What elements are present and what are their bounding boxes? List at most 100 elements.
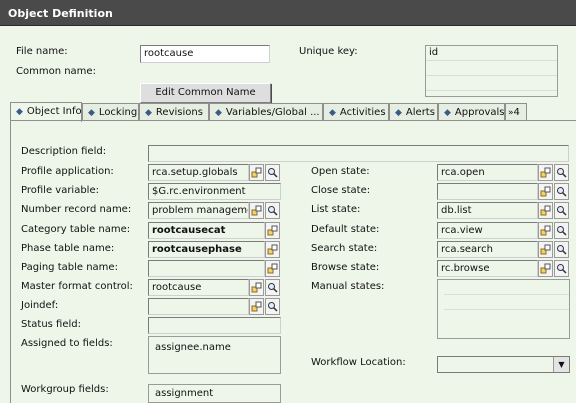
default-state-label: Default state: <box>311 224 380 235</box>
profile-variable-label: Profile variable: <box>21 185 99 196</box>
unique-key-label: Unique key: <box>299 46 358 57</box>
default-state-input[interactable]: rca.view <box>437 222 538 239</box>
workgroup-fields-list[interactable]: assignment <box>148 384 281 403</box>
tab-revisions[interactable]: ◆ Revisions <box>139 103 209 121</box>
description-field-label: Description field: <box>21 146 107 157</box>
tab-label: Locking <box>98 107 138 118</box>
open-state-label: Open state: <box>311 166 370 177</box>
magnifier-icon[interactable] <box>554 164 569 181</box>
link-record-icon[interactable] <box>249 164 264 181</box>
tab-approvals[interactable]: ◆ Approvals <box>438 103 505 121</box>
assigned-to-fields-list[interactable]: assignee.name <box>148 336 281 374</box>
joindef-label: Joindef: <box>21 300 59 311</box>
tab-label: Alerts <box>405 107 435 118</box>
paging-table-name-input[interactable] <box>148 260 265 277</box>
magnifier-icon[interactable] <box>265 202 280 219</box>
phase-table-name-input[interactable]: rootcausephase <box>148 241 265 258</box>
tab-activities[interactable]: ◆ Activities <box>323 103 389 121</box>
open-state-input[interactable]: rca.open <box>437 164 538 181</box>
diamond-icon: ◆ <box>444 108 451 118</box>
close-state-input[interactable] <box>437 183 538 200</box>
file-name-input[interactable]: rootcause <box>140 45 270 63</box>
link-record-icon[interactable] <box>265 260 280 277</box>
workflow-location-label: Workflow Location: <box>311 357 406 368</box>
link-record-icon[interactable] <box>538 241 553 258</box>
tab-overflow[interactable]: »4 <box>505 103 527 121</box>
magnifier-icon[interactable] <box>554 260 569 277</box>
browse-state-label: Browse state: <box>311 262 380 273</box>
assigned-to-fields-label: Assigned to fields: <box>21 338 113 349</box>
diamond-icon: ◆ <box>88 108 95 118</box>
diamond-icon: ◆ <box>145 108 152 118</box>
profile-application-input[interactable]: rca.setup.globals <box>148 164 249 181</box>
paging-table-name-label: Paging table name: <box>21 262 118 273</box>
diamond-icon: ◆ <box>329 108 336 118</box>
number-record-name-label: Number record name: <box>21 204 132 215</box>
category-table-name-input[interactable]: rootcausecat <box>148 222 265 239</box>
manual-states-item[interactable] <box>444 280 569 295</box>
diamond-icon: ◆ <box>215 108 222 118</box>
unique-key-item[interactable] <box>426 61 557 76</box>
diamond-icon: ◆ <box>16 107 23 117</box>
manual-states-list[interactable] <box>437 279 570 339</box>
link-record-icon[interactable] <box>265 241 280 258</box>
magnifier-icon[interactable] <box>554 183 569 200</box>
assigned-to-fields-item[interactable]: assignee.name <box>149 337 280 353</box>
unique-key-item[interactable] <box>426 76 557 91</box>
number-record-name-input[interactable]: problem management <box>148 202 249 219</box>
chevron-down-icon[interactable]: ▼ <box>553 357 569 372</box>
magnifier-icon[interactable] <box>265 298 280 315</box>
tab-overflow-count: 4 <box>513 107 520 118</box>
master-format-control-label: Master format control: <box>21 281 133 292</box>
window-title: Object Definition <box>8 7 113 20</box>
magnifier-icon[interactable] <box>554 241 569 258</box>
search-state-input[interactable]: rca.search <box>437 241 538 258</box>
magnifier-icon[interactable] <box>554 222 569 239</box>
search-state-label: Search state: <box>311 243 378 254</box>
list-state-label: List state: <box>311 204 361 215</box>
close-state-label: Close state: <box>311 185 371 196</box>
link-record-icon[interactable] <box>538 164 553 181</box>
link-record-icon[interactable] <box>538 202 553 219</box>
link-record-icon[interactable] <box>249 298 264 315</box>
link-record-icon[interactable] <box>538 222 553 239</box>
profile-variable-input[interactable]: $G.rc.environment <box>148 183 281 200</box>
tab-alerts[interactable]: ◆ Alerts <box>389 103 438 121</box>
manual-states-item[interactable] <box>444 310 569 325</box>
workflow-location-select[interactable]: ▼ <box>437 356 570 373</box>
link-record-icon[interactable] <box>249 202 264 219</box>
list-state-input[interactable]: db.list <box>437 202 538 219</box>
tab-label: Revisions <box>155 107 203 118</box>
tab-label: Activities <box>339 107 386 118</box>
tab-locking[interactable]: ◆ Locking <box>82 103 139 121</box>
joindef-input[interactable] <box>148 298 249 315</box>
master-format-control-input[interactable]: rootcause <box>148 279 249 296</box>
status-field-input[interactable] <box>148 317 281 334</box>
unique-key-item[interactable]: id <box>426 46 557 61</box>
manual-states-item[interactable] <box>444 295 569 310</box>
unique-key-list[interactable]: id <box>425 45 558 97</box>
tab-strip: ◆ Object Info ◆ Locking ◆ Revisions ◆ Variab… <box>10 102 576 122</box>
browse-state-input[interactable]: rc.browse <box>437 260 538 277</box>
magnifier-icon[interactable] <box>554 202 569 219</box>
tab-label: Variables/Global ... <box>225 107 320 118</box>
description-field-input[interactable] <box>148 145 569 162</box>
link-record-icon[interactable] <box>538 260 553 277</box>
phase-table-name-label: Phase table name: <box>21 243 115 254</box>
status-field-label: Status field: <box>21 319 81 330</box>
magnifier-icon[interactable] <box>265 164 280 181</box>
profile-application-label: Profile application: <box>21 166 114 177</box>
tab-label: Approvals <box>454 107 505 118</box>
workgroup-fields-item[interactable]: assignment <box>149 385 280 400</box>
tab-object-info[interactable]: ◆ Object Info <box>10 102 82 122</box>
link-record-icon[interactable] <box>538 183 553 200</box>
edit-common-name-button[interactable]: Edit Common Name <box>140 83 271 103</box>
common-name-label: Common name: <box>16 66 96 77</box>
category-table-name-label: Category table name: <box>21 224 131 235</box>
workgroup-fields-label: Workgroup fields: <box>21 384 109 395</box>
magnifier-icon[interactable] <box>265 279 280 296</box>
link-record-icon[interactable] <box>265 222 280 239</box>
link-record-icon[interactable] <box>249 279 264 296</box>
tab-label: Object Info <box>26 106 82 117</box>
tab-variables-global[interactable]: ◆ Variables/Global ... <box>209 103 323 121</box>
